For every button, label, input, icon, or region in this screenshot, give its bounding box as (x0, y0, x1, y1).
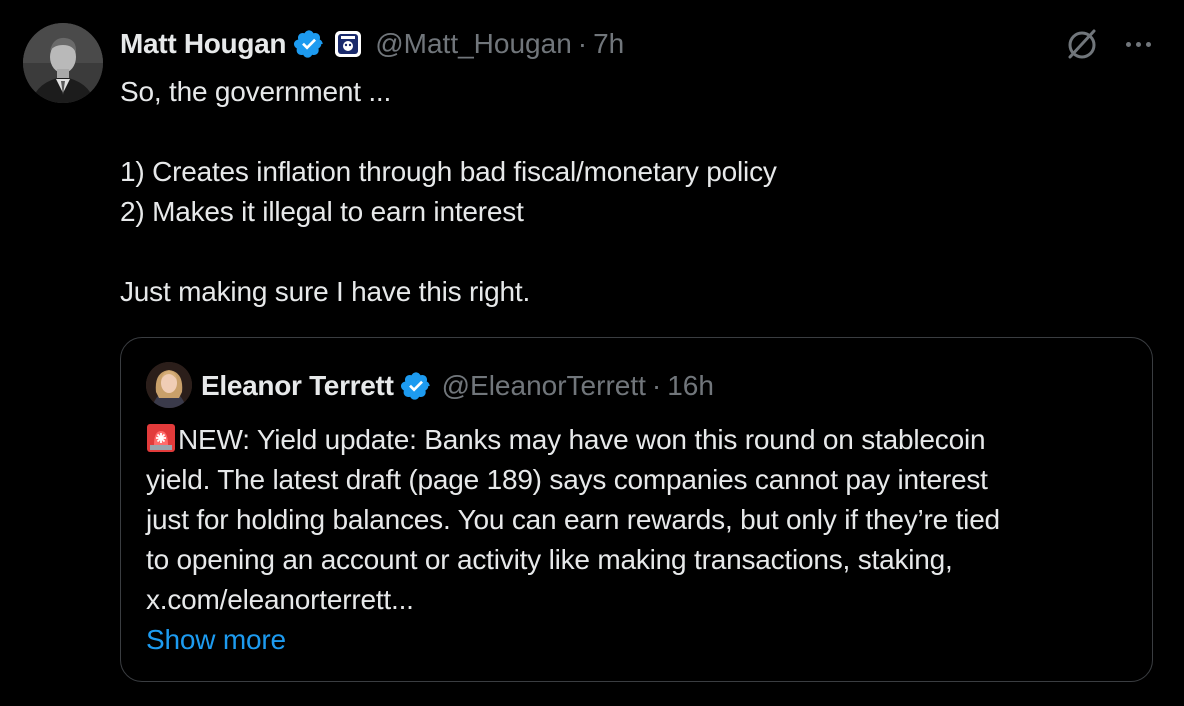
tweet-text-line: 1) Creates inflation through bad fiscal/… (120, 156, 777, 187)
tweet-text-line: 2) Makes it illegal to earn interest (120, 196, 524, 227)
affiliate-badge-icon[interactable] (335, 31, 362, 57)
quoted-text-line: NEW: Yield update: Banks may have won th… (146, 420, 1136, 460)
more-icon[interactable] (1120, 30, 1156, 58)
tweet-text-line (120, 112, 1120, 152)
show-more-link[interactable]: Show more (146, 624, 286, 655)
separator-dot: · (651, 370, 662, 401)
quoted-text-line[interactable]: x.com/eleanorterrett... (146, 580, 1136, 620)
tweet-text-line: So, the government ... (120, 76, 392, 107)
quoted-author-handle[interactable]: @EleanorTerrett (442, 370, 646, 402)
author-name[interactable]: Matt Hougan (120, 28, 287, 60)
separator-dot: · (577, 28, 588, 59)
tweet-header: Matt Hougan @Matt_Hougan · 7h (120, 26, 624, 62)
dot-icon (1135, 41, 1141, 47)
dot-icon (1125, 41, 1131, 47)
tweet-timestamp[interactable]: 7h (593, 28, 624, 60)
grok-icon[interactable] (1064, 26, 1100, 62)
tweet[interactable]: Matt Hougan @Matt_Hougan · 7h So, the go… (0, 0, 1184, 706)
quoted-text-line: to opening an account or activity like m… (146, 544, 953, 575)
rotating-light-icon (146, 423, 176, 453)
tweet-text-line: Just making sure I have this right. (120, 276, 531, 307)
quoted-author-avatar[interactable] (146, 362, 192, 408)
author-avatar[interactable] (23, 23, 103, 103)
quoted-tweet-timestamp[interactable]: 16h (667, 370, 714, 402)
quoted-text-line: yield. The latest draft (page 189) says … (146, 464, 988, 495)
quoted-tweet-text: NEW: Yield update: Banks may have won th… (146, 420, 1136, 660)
author-handle[interactable]: @Matt_Hougan (375, 28, 572, 60)
verified-badge-icon[interactable] (400, 370, 432, 402)
quoted-tweet[interactable]: Eleanor Terrett @EleanorTerrett · 16h NE… (120, 337, 1153, 682)
quoted-text-line-content: NEW: Yield update: Banks may have won th… (178, 424, 986, 455)
dot-icon (1145, 41, 1151, 47)
quoted-author-name[interactable]: Eleanor Terrett (201, 370, 394, 402)
tweet-text-line (120, 232, 1120, 272)
tweet-text: So, the government ... 1) Creates inflat… (120, 72, 1120, 312)
quoted-text-line: just for holding balances. You can earn … (146, 504, 1000, 535)
verified-badge-icon[interactable] (293, 28, 325, 60)
quoted-tweet-header: Eleanor Terrett @EleanorTerrett · 16h (201, 367, 714, 405)
